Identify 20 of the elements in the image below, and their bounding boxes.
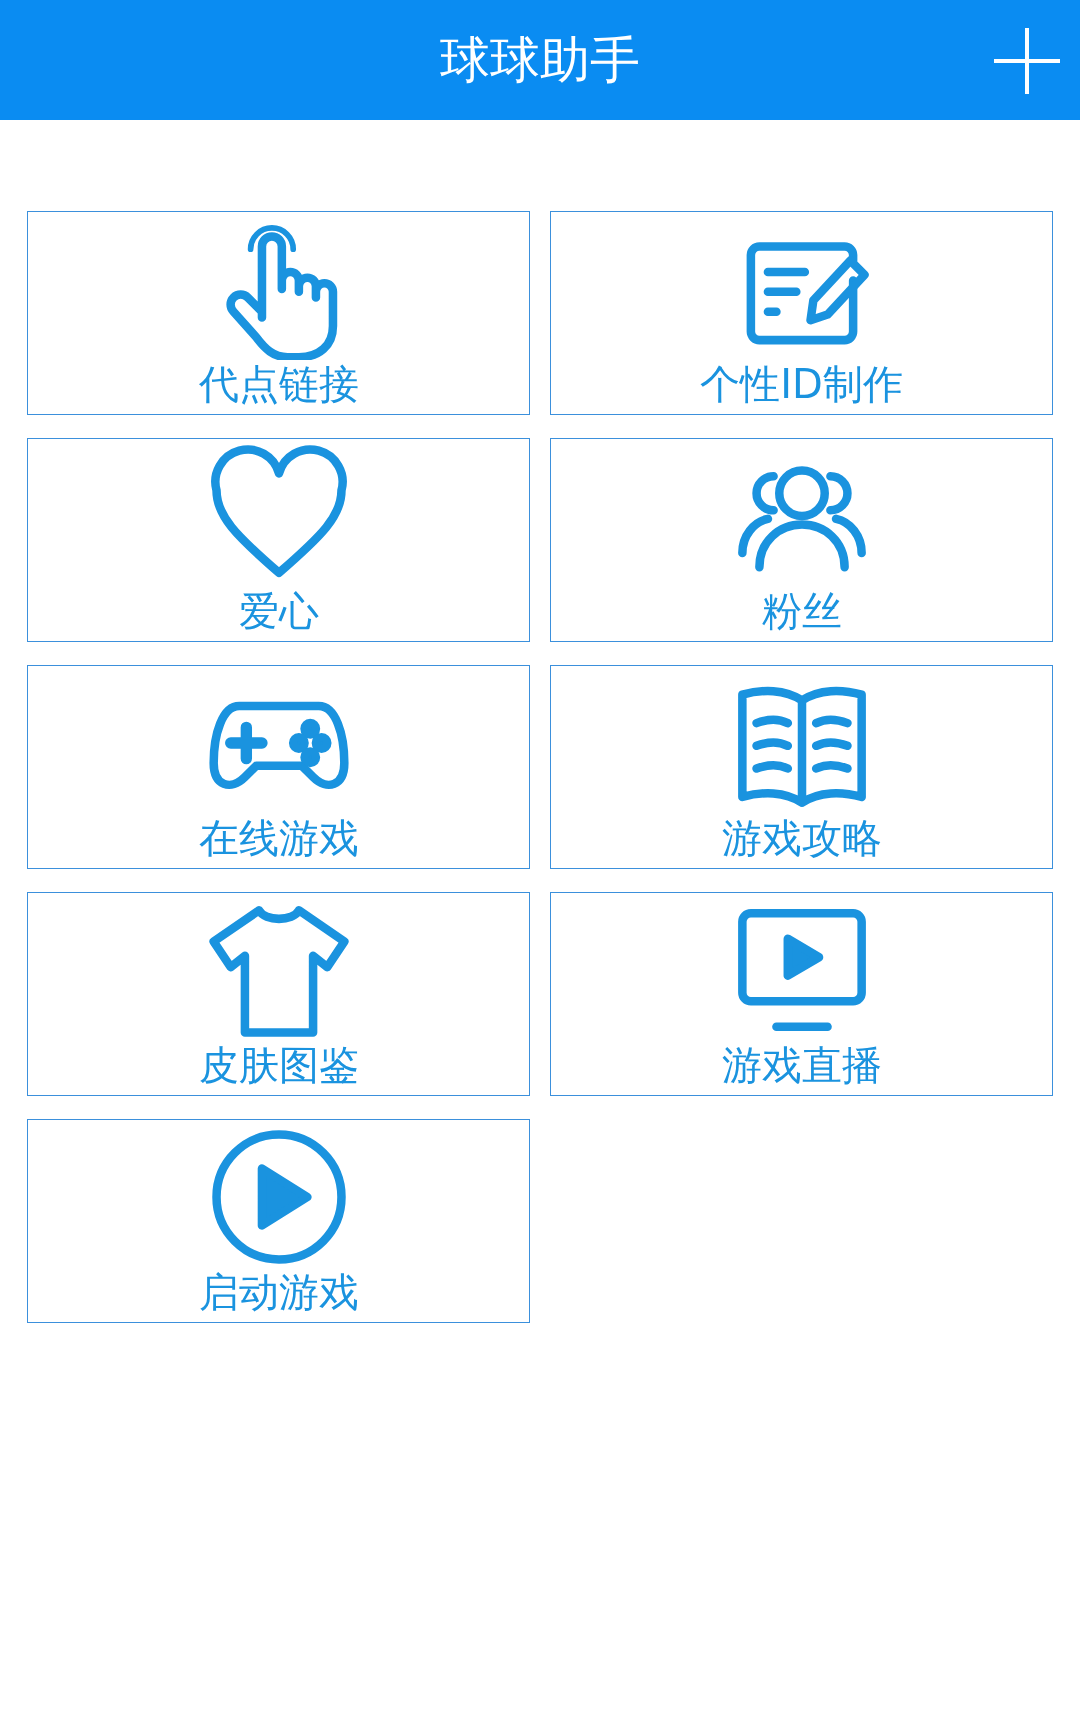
menu-tile[interactable]: 个性ID制作 [550,211,1053,415]
menu-tile[interactable]: 游戏直播 [550,892,1053,1096]
menu-tile[interactable]: 爱心 [27,438,530,642]
add-icon[interactable] [992,26,1062,96]
tile-label: 个性ID制作 [700,360,903,408]
menu-tile[interactable]: 游戏攻略 [550,665,1053,869]
tile-label: 爱心 [238,587,319,635]
menu-tile[interactable]: 启动游戏 [27,1119,530,1323]
tile-label: 启动游戏 [198,1268,359,1316]
app-title: 球球助手 [440,29,640,91]
tile-label: 在线游戏 [198,814,359,862]
tile-label: 代点链接 [198,360,359,408]
menu-tile[interactable]: 代点链接 [27,211,530,415]
menu-tile[interactable]: 皮肤图鉴 [27,892,530,1096]
menu-tile[interactable]: 粉丝 [550,438,1053,642]
tile-label: 皮肤图鉴 [198,1041,359,1089]
tile-label: 游戏攻略 [721,814,882,862]
menu-tile[interactable]: 在线游戏 [27,665,530,869]
tile-label: 粉丝 [761,587,842,635]
tile-label: 游戏直播 [721,1041,882,1089]
